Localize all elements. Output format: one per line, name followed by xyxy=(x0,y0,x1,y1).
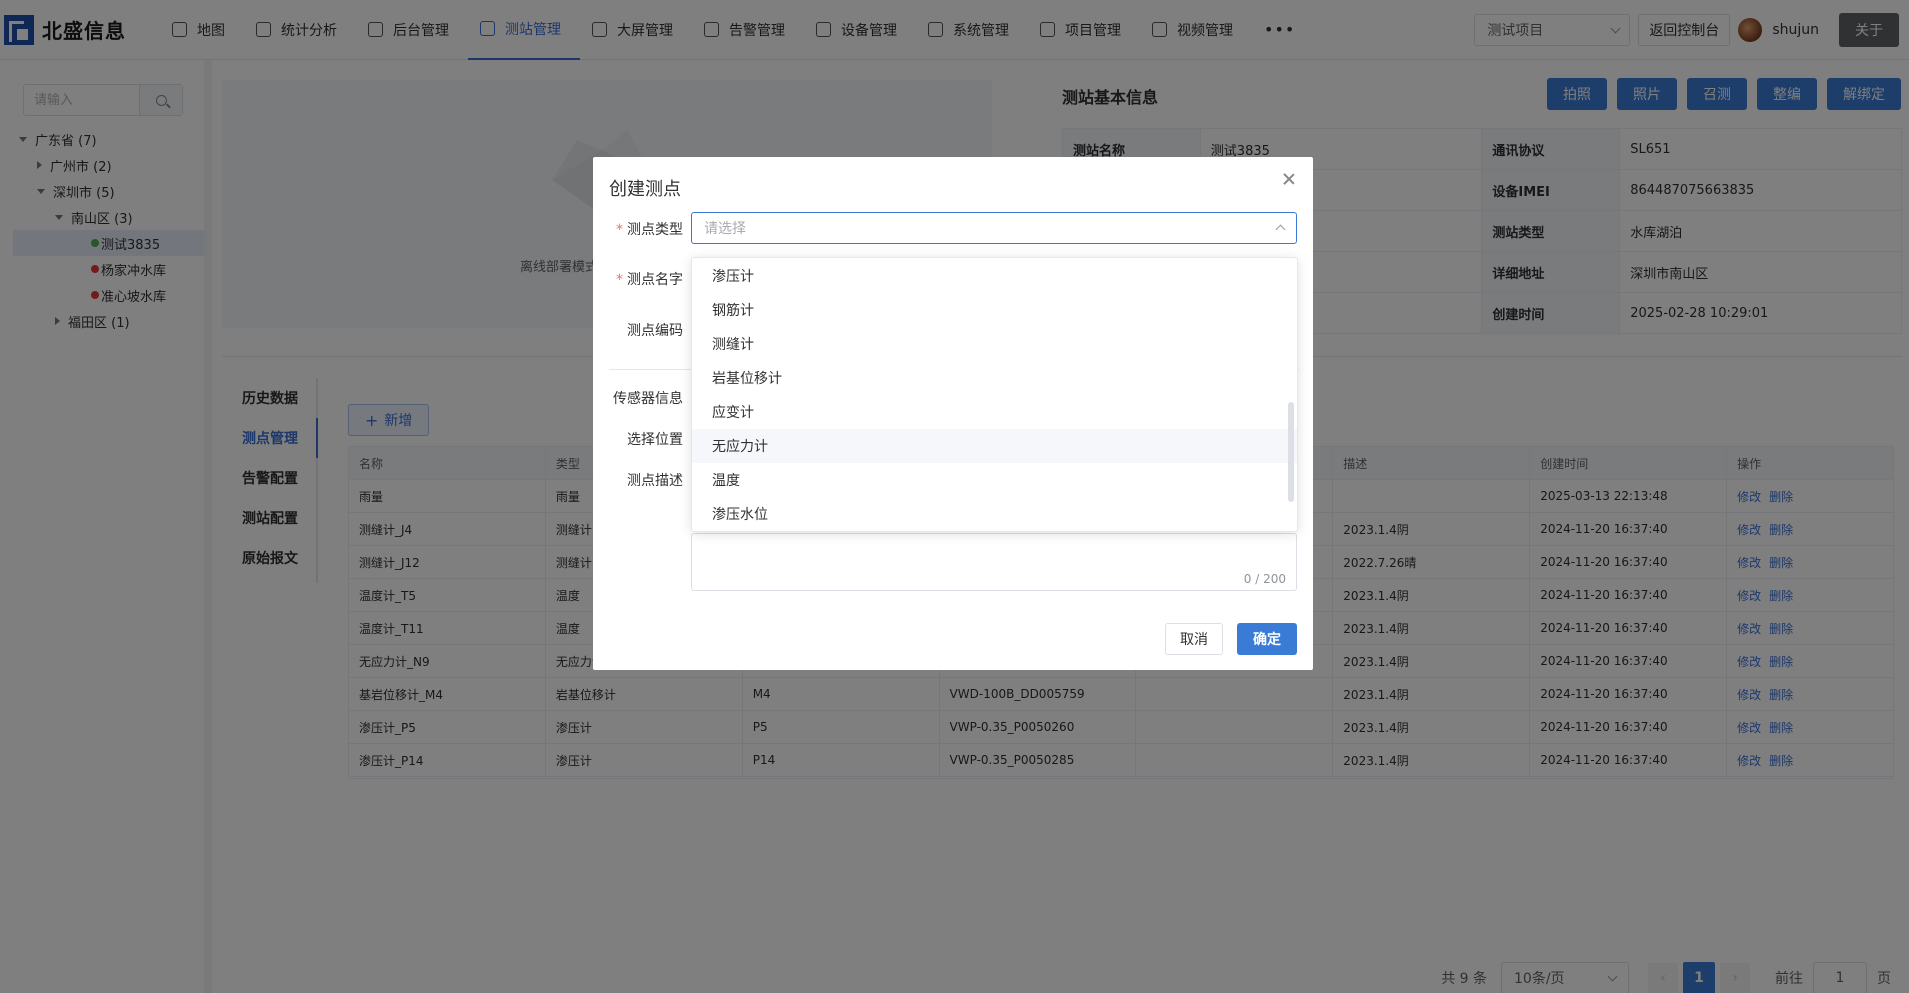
label-select-position: 选择位置 xyxy=(627,432,683,448)
label-point-type: * 测点类型 xyxy=(616,222,683,238)
label-point-description: 测点描述 xyxy=(627,473,683,489)
dropdown-option[interactable]: 渗压计 xyxy=(692,259,1297,293)
point-type-placeholder: 请选择 xyxy=(704,221,746,237)
label-point-code: 测点编码 xyxy=(627,323,683,339)
dropdown-option[interactable]: 应变计 xyxy=(692,395,1297,429)
dropdown-options: 渗压计 钢筋计 测缝计 岩基位移计 应变计 无应力计 温度 渗压水位 xyxy=(692,259,1297,531)
dropdown-option[interactable]: 钢筋计 xyxy=(692,293,1297,327)
close-icon[interactable] xyxy=(1281,171,1297,187)
point-type-select[interactable]: 请选择 xyxy=(691,212,1297,244)
chevron-up-icon xyxy=(1275,224,1286,235)
dropdown-option[interactable]: 温度 xyxy=(692,463,1297,497)
char-counter: 0 / 200 xyxy=(1243,572,1286,586)
confirm-button[interactable]: 确定 xyxy=(1237,623,1297,655)
label-sensor-info: 传感器信息 xyxy=(613,391,683,407)
dropdown-option[interactable]: 测缝计 xyxy=(692,327,1297,361)
dropdown-option[interactable]: 渗压水位 xyxy=(692,497,1297,531)
point-description-textarea[interactable]: 0 / 200 xyxy=(691,533,1297,591)
cancel-button[interactable]: 取消 xyxy=(1165,623,1223,655)
point-type-dropdown: 渗压计 钢筋计 测缝计 岩基位移计 应变计 无应力计 温度 渗压水位 xyxy=(691,257,1298,532)
dropdown-option[interactable]: 岩基位移计 xyxy=(692,361,1297,395)
dropdown-scrollbar[interactable] xyxy=(1288,402,1294,502)
dialog-title: 创建测点 xyxy=(609,179,681,200)
label-point-name: * 测点名字 xyxy=(616,272,683,288)
dropdown-option[interactable]: 无应力计 xyxy=(692,429,1297,463)
